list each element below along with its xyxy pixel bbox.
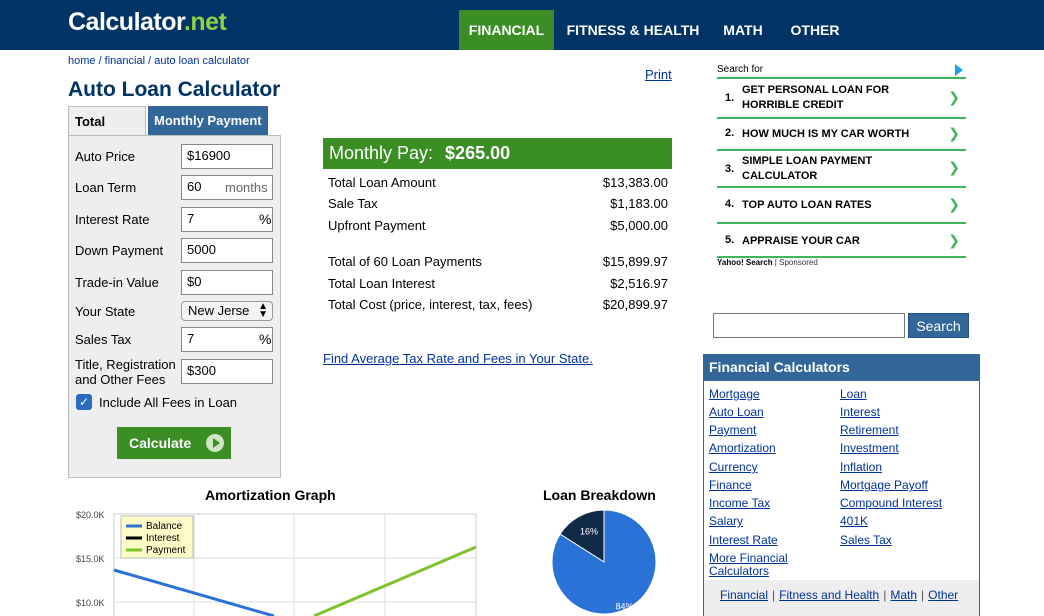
result-label: Total Cost (price, interest, tax, fees) bbox=[328, 297, 533, 312]
pie-slice-label: 16% bbox=[580, 527, 598, 537]
pie-slice-label: 84% bbox=[616, 601, 634, 611]
chevron-right-icon: ❯ bbox=[948, 89, 960, 105]
category-footer-links: Financial | Fitness and Health | Math | Other bbox=[720, 588, 959, 602]
auto-price-input[interactable]: $16900 bbox=[181, 144, 273, 169]
print-link[interactable]: Print bbox=[645, 67, 672, 82]
sponsored-link[interactable]: 3. SIMPLE LOAN PAYMENT CALCULATOR ❯ bbox=[717, 149, 966, 186]
chevron-right-icon: ❯ bbox=[948, 232, 960, 248]
site-search-button[interactable]: Search bbox=[908, 313, 969, 338]
fees-label: Title, Registration and Other Fees bbox=[75, 357, 176, 387]
find-tax-rate-link[interactable]: Find Average Tax Rate and Fees in Your S… bbox=[323, 351, 593, 366]
calc-link[interactable]: Payment bbox=[709, 424, 756, 437]
result-label: Sale Tax bbox=[328, 196, 378, 211]
footer-link-financial[interactable]: Financial bbox=[720, 588, 768, 602]
months-suffix: months bbox=[225, 180, 268, 195]
amortization-graph: $20.0K $15.0K $10.0K Balance Interest Pa… bbox=[76, 510, 477, 616]
calc-link[interactable]: Amortization bbox=[709, 442, 776, 455]
result-label: Total Loan Interest bbox=[328, 276, 435, 291]
result-value: $13,383.00 bbox=[602, 175, 668, 190]
monthly-pay-banner: Monthly Pay: $265.00 bbox=[323, 138, 672, 169]
calc-link[interactable]: Mortgage Payoff bbox=[840, 479, 928, 492]
down-payment-input[interactable]: 5000 bbox=[181, 238, 273, 263]
calc-link[interactable]: Finance bbox=[709, 479, 752, 492]
yahoo-sponsored: Yahoo! Search | Sponsored bbox=[717, 258, 818, 267]
result-value: $20,899.97 bbox=[602, 297, 668, 312]
sales-tax-label: Sales Tax bbox=[75, 332, 132, 347]
financial-calculators-title: Financial Calculators bbox=[703, 354, 980, 381]
page-title: Auto Loan Calculator bbox=[68, 78, 281, 101]
breadcrumb[interactable]: home / financial / auto loan calculator bbox=[68, 55, 250, 67]
down-payment-label: Down Payment bbox=[75, 243, 164, 258]
calc-link[interactable]: Investment bbox=[840, 442, 899, 455]
result-value: $2,516.97 bbox=[610, 276, 668, 291]
amortization-graph-title: Amortization Graph bbox=[205, 487, 336, 503]
trade-in-input[interactable]: $0 bbox=[181, 270, 273, 295]
include-fees-checkbox[interactable]: ✓ bbox=[76, 394, 92, 410]
sponsored-link[interactable]: 5. APPRAISE YOUR CAR ❯ bbox=[717, 222, 966, 258]
calc-link[interactable]: 401K bbox=[840, 515, 868, 528]
y-tick-label: $10.0K bbox=[76, 598, 105, 608]
select-arrows-icon: ▲ ▼ bbox=[258, 301, 268, 320]
result-label: Upfront Payment bbox=[328, 218, 426, 233]
calc-link[interactable]: Auto Loan bbox=[709, 406, 764, 419]
calc-link[interactable]: Salary bbox=[709, 515, 743, 528]
legend-interest: Interest bbox=[146, 533, 180, 544]
legend-balance: Balance bbox=[146, 521, 183, 532]
nav-financial[interactable]: FINANCIAL bbox=[459, 10, 554, 50]
chevron-right-icon: ❯ bbox=[948, 159, 960, 175]
calc-link[interactable]: Currency bbox=[709, 461, 758, 474]
trade-in-label: Trade-in Value bbox=[75, 275, 159, 290]
calc-link[interactable]: More Financial Calculators bbox=[709, 552, 809, 578]
footer-link-fitness[interactable]: Fitness and Health bbox=[779, 588, 879, 602]
site-logo[interactable]: Calculator.net bbox=[68, 8, 227, 37]
nav-other[interactable]: OTHER bbox=[780, 10, 850, 50]
chevron-right-icon: ❯ bbox=[948, 125, 960, 141]
tab-monthly-payment[interactable]: Monthly Payment bbox=[148, 106, 268, 136]
result-value: $5,000.00 bbox=[610, 218, 668, 233]
ad-choices-icon[interactable] bbox=[955, 64, 963, 76]
calc-link[interactable]: Interest bbox=[840, 406, 880, 419]
calculate-button[interactable]: Calculate bbox=[117, 427, 231, 459]
legend-payment: Payment bbox=[146, 545, 186, 556]
include-fees-label: Include All Fees in Loan bbox=[99, 395, 238, 410]
sponsored-link[interactable]: 4. TOP AUTO LOAN RATES ❯ bbox=[717, 186, 966, 222]
calc-link[interactable]: Sales Tax bbox=[840, 534, 892, 547]
auto-price-label: Auto Price bbox=[75, 149, 135, 164]
calc-link[interactable]: Income Tax bbox=[709, 497, 770, 510]
y-tick-label: $20.0K bbox=[76, 510, 105, 520]
sales-tax-percent-suffix: % bbox=[259, 331, 272, 347]
interest-percent-suffix: % bbox=[259, 211, 272, 227]
loan-breakdown-pie: 16% 84% bbox=[551, 509, 657, 615]
tab-total-price[interactable]: Total Price bbox=[68, 106, 146, 159]
loan-breakdown-title: Loan Breakdown bbox=[543, 487, 656, 503]
calc-link[interactable]: Compound Interest bbox=[840, 497, 942, 510]
result-label: Total Loan Amount bbox=[328, 175, 436, 190]
interest-rate-label: Interest Rate bbox=[75, 212, 150, 227]
footer-link-math[interactable]: Math bbox=[890, 588, 917, 602]
search-for-label: Search for bbox=[717, 64, 764, 75]
nav-math[interactable]: MATH bbox=[714, 10, 772, 50]
calc-link[interactable]: Interest Rate bbox=[709, 534, 778, 547]
calc-link[interactable]: Inflation bbox=[840, 461, 882, 474]
calc-link[interactable]: Mortgage bbox=[709, 388, 760, 401]
footer-link-other[interactable]: Other bbox=[928, 588, 958, 602]
nav-fitness-health[interactable]: FITNESS & HEALTH bbox=[560, 10, 706, 50]
fees-input[interactable]: $300 bbox=[181, 359, 273, 384]
loan-term-label: Loan Term bbox=[75, 180, 137, 195]
state-label: Your State bbox=[75, 304, 136, 319]
sponsored-link[interactable]: 1. GET PERSONAL LOAN FOR HORRIBLE CREDIT… bbox=[717, 77, 966, 117]
chevron-right-icon: ❯ bbox=[948, 196, 960, 212]
site-search-input[interactable] bbox=[713, 313, 905, 338]
calc-link[interactable]: Retirement bbox=[840, 424, 899, 437]
sponsored-link[interactable]: 2. HOW MUCH IS MY CAR WORTH ❯ bbox=[717, 117, 966, 149]
calc-link[interactable]: Loan bbox=[840, 388, 867, 401]
play-icon bbox=[206, 434, 224, 452]
state-select[interactable]: New Jerse ▲ ▼ bbox=[181, 301, 273, 321]
y-tick-label: $15.0K bbox=[76, 554, 105, 564]
result-value: $15,899.97 bbox=[602, 254, 668, 269]
result-label: Total of 60 Loan Payments bbox=[328, 254, 482, 269]
result-value: $1,183.00 bbox=[610, 196, 668, 211]
